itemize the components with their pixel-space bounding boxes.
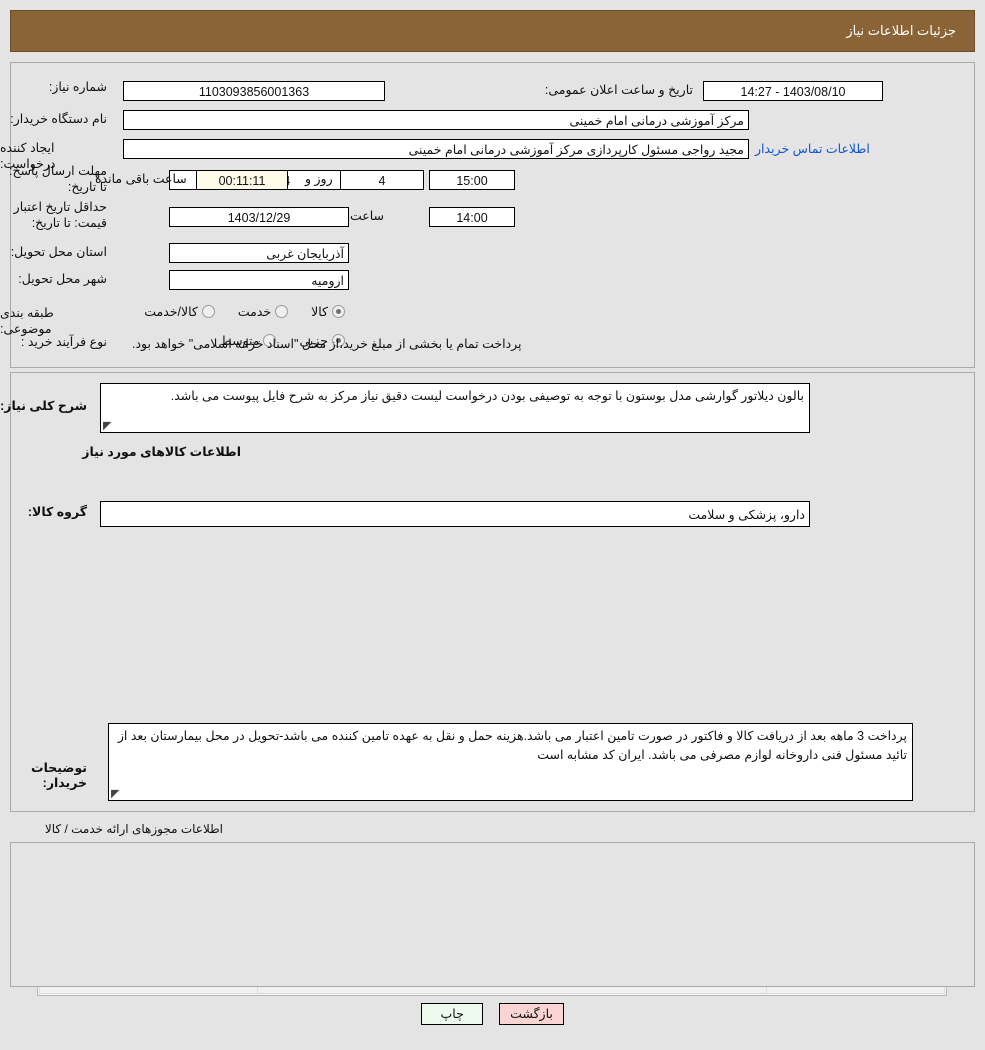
city-label: شهر محل تحویل:: [18, 272, 107, 286]
goods-group-label: گروه کالا:: [27, 505, 87, 519]
creator-value: مجید رواجی مسئول کارپردازی مرکز آموزشی د…: [123, 139, 749, 159]
print-button[interactable]: چاپ: [421, 1003, 484, 1025]
province-value: آذربایجان غربی: [169, 243, 349, 263]
footer-buttons: بازگشت چاپ: [0, 1003, 985, 1025]
category-option-0[interactable]: کالا: [311, 304, 345, 319]
announce-label: تاریخ و ساعت اعلان عمومی:: [544, 83, 693, 97]
back-button[interactable]: بازگشت: [499, 1003, 564, 1025]
need-number-row: شماره نیاز:: [7, 80, 107, 96]
validity-date-value: 1403/12/29: [169, 207, 349, 227]
buyer-org-value: مرکز آموزشی درمانی امام خمینی: [123, 110, 749, 130]
deadline-time-value: 15:00: [429, 170, 515, 190]
remaining-label: ساعت باقی مانده: [95, 172, 187, 186]
validity-hour-label: ساعت: [349, 209, 384, 223]
resize-grip-icon[interactable]: ◥: [103, 420, 113, 432]
goods-section-heading: اطلاعات کالاهای مورد نیاز: [82, 445, 241, 459]
buyer-org-label: نام دستگاه خریدار:: [10, 112, 107, 126]
buyer-contact-link[interactable]: اطلاعات تماس خریدار: [755, 141, 870, 156]
category-option-label: خدمت: [237, 305, 272, 319]
countdown-value: 00:11:11: [196, 170, 288, 190]
province-label: استان محل تحویل:: [10, 245, 107, 259]
need-number-value: 1103093856001363: [123, 81, 385, 101]
category-option-label: کالا/خدمت: [144, 305, 198, 319]
category-radio-icon[interactable]: [275, 305, 289, 318]
deadline-days-value: 4: [340, 170, 424, 190]
permits-panel: [10, 842, 975, 987]
city-value: ارومیه: [169, 270, 349, 290]
category-radio-icon[interactable]: [201, 305, 215, 318]
category-radio-icon[interactable]: [332, 305, 345, 318]
permits-heading: اطلاعات مجوزهای ارائه خدمت / کالا: [44, 822, 223, 836]
category-option-2[interactable]: کالا/خدمت: [144, 304, 215, 319]
validity-time-value: 14:00: [429, 207, 515, 227]
validity-label: حداقل تاریخ اعتبار قیمت: تا تاریخ:: [13, 200, 107, 230]
page-header: جزئیات اطلاعات نیاز: [10, 10, 975, 52]
process-label: نوع فرآیند خرید :: [20, 335, 107, 349]
announce-value: 1403/08/10 - 14:27: [703, 81, 883, 101]
category-label: طبقه بندی موضوعی:: [0, 306, 54, 336]
need-description-text: بالون دیلاتور گوارشی مدل بوستون با توجه …: [170, 389, 804, 403]
category-option-label: کالا: [311, 305, 328, 319]
goods-group-value: دارو، پزشکی و سلامت: [100, 501, 810, 527]
need-number-label: شماره نیاز:: [48, 80, 107, 94]
page-title: جزئیات اطلاعات نیاز: [846, 23, 956, 38]
page-root: AriaTender.net جزئیات اطلاعات نیاز شماره…: [0, 0, 985, 1050]
buyer-notes-label: توضیحات خریدار:: [31, 761, 87, 790]
category-radio-group[interactable]: کالا خدمت کالا/خدمت: [126, 304, 345, 319]
buyer-notes-textarea[interactable]: پرداخت 3 ماهه بعد از دریافت کالا و فاکتو…: [108, 723, 913, 801]
category-option-1[interactable]: خدمت: [237, 304, 289, 319]
need-description-label: شرح کلی نیاز:: [0, 399, 87, 413]
process-note: پرداخت تمام یا بخشی از مبلغ خرید،از محل …: [132, 337, 522, 351]
need-description-textarea[interactable]: بالون دیلاتور گوارشی مدل بوستون با توجه …: [100, 383, 810, 433]
deadline-days-label: روز و: [305, 172, 333, 186]
buyer-notes-text: پرداخت 3 ماهه بعد از دریافت کالا و فاکتو…: [117, 729, 907, 763]
resize-grip-icon[interactable]: ◥: [111, 788, 121, 800]
